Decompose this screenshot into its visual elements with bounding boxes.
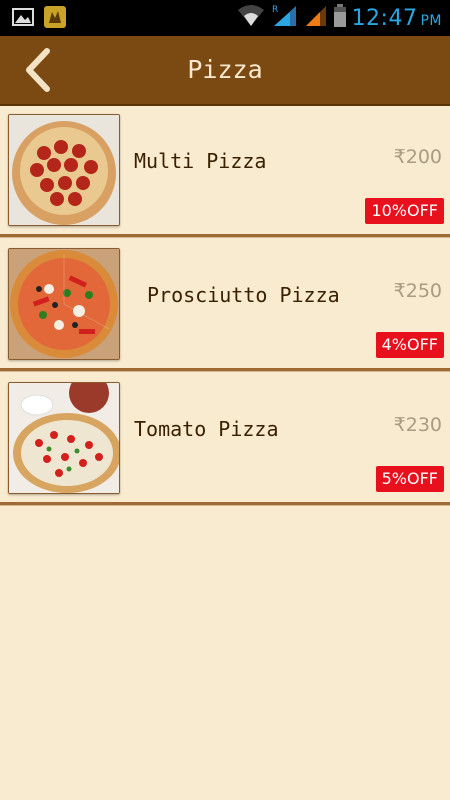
list-item[interactable]: Multi Pizza ₹200 10%OFF xyxy=(0,106,450,237)
item-name: Prosciutto Pizza xyxy=(147,283,340,307)
app-bar: Pizza xyxy=(0,36,450,106)
app-notification-icon xyxy=(44,6,66,32)
item-price: ₹250 xyxy=(393,280,442,302)
gallery-icon xyxy=(12,7,34,31)
status-bar-right-icons: R 12:47 PM xyxy=(236,0,442,36)
list-item[interactable]: Prosciutto Pizza ₹250 4%OFF xyxy=(0,240,450,371)
pepperoni-pizza-image xyxy=(8,114,120,226)
status-bar-left-icons xyxy=(12,6,66,32)
tomato-pizza-image xyxy=(8,382,120,494)
signal-icon-2 xyxy=(304,4,328,32)
pizza-list: Multi Pizza ₹200 10%OFF Prosciutto Pizza… xyxy=(0,106,450,505)
page-title: Pizza xyxy=(187,55,263,84)
item-name: Multi Pizza xyxy=(134,149,267,173)
battery-icon xyxy=(333,4,346,32)
list-item[interactable]: Tomato Pizza ₹230 5%OFF xyxy=(0,374,450,505)
discount-badge: 5%OFF xyxy=(375,466,444,492)
item-price: ₹230 xyxy=(393,414,442,436)
svg-text:R: R xyxy=(272,5,278,15)
item-price: ₹200 xyxy=(393,146,442,168)
wifi-icon xyxy=(236,4,266,32)
prosciutto-pizza-image xyxy=(8,248,120,360)
status-bar: R 12:47 PM xyxy=(0,0,450,36)
status-clock: 12:47 PM xyxy=(351,5,442,31)
discount-badge: 4%OFF xyxy=(375,332,444,358)
discount-badge: 10%OFF xyxy=(365,198,444,224)
item-name: Tomato Pizza xyxy=(134,417,279,441)
signal-icon: R xyxy=(272,4,298,32)
